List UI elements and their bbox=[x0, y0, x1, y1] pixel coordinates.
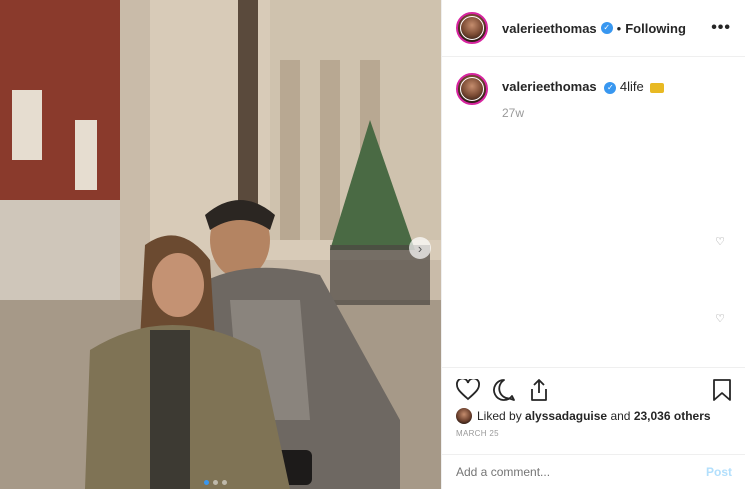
next-photo-button[interactable]: › bbox=[409, 237, 431, 259]
post-actions-area: Liked by alyssadaguise and 23,036 others… bbox=[442, 367, 745, 438]
verified-badge-icon: ✓ bbox=[600, 22, 613, 34]
comment-like-heart-icon[interactable]: ♡ bbox=[715, 312, 725, 325]
caption-body: valerieethomas ✓ 4life 27w bbox=[502, 79, 665, 120]
crown-emoji-icon bbox=[650, 82, 665, 93]
comment-icon[interactable] bbox=[492, 378, 516, 402]
liker-avatar bbox=[456, 408, 472, 424]
caption-text: valerieethomas ✓ 4life bbox=[502, 79, 665, 94]
likes-summary: Liked by alyssadaguise and 23,036 others bbox=[442, 404, 745, 424]
post-photo[interactable]: › bbox=[0, 0, 441, 489]
action-bar bbox=[442, 368, 745, 404]
post-comment-button[interactable]: Post bbox=[706, 465, 732, 479]
more-options-icon[interactable]: ••• bbox=[711, 19, 731, 37]
following-button[interactable]: Following bbox=[625, 21, 686, 36]
avatar[interactable] bbox=[456, 73, 488, 105]
caption-message: 4life bbox=[619, 79, 644, 94]
caption: valerieethomas ✓ 4life 27w bbox=[442, 57, 745, 120]
share-icon[interactable] bbox=[528, 378, 550, 402]
chevron-right-icon: › bbox=[417, 240, 423, 256]
post-side-panel: valerieethomas ✓ • Following ••• valerie… bbox=[441, 0, 745, 489]
comment-input[interactable] bbox=[456, 465, 706, 479]
carousel-dot bbox=[222, 480, 227, 485]
username-link[interactable]: valerieethomas bbox=[502, 21, 597, 36]
post-date[interactable]: MARCH 25 bbox=[442, 424, 745, 438]
bookmark-icon[interactable] bbox=[712, 378, 732, 402]
separator: • bbox=[616, 20, 622, 36]
liked-middle: and bbox=[610, 409, 631, 423]
carousel-indicator bbox=[204, 480, 227, 485]
heart-icon[interactable] bbox=[456, 379, 480, 401]
liked-prefix: Liked by bbox=[477, 409, 522, 423]
carousel-dot bbox=[213, 480, 218, 485]
caption-username-link[interactable]: valerieethomas bbox=[502, 79, 597, 94]
photo-scene bbox=[0, 0, 441, 489]
add-comment-bar: Post bbox=[442, 454, 745, 489]
comments-section: valerieethomas ✓ 4life 27w ♡ ♡ bbox=[442, 57, 745, 367]
verified-badge-icon: ✓ bbox=[604, 81, 617, 94]
comment-like-heart-icon[interactable]: ♡ bbox=[715, 235, 725, 248]
carousel-dot bbox=[204, 480, 209, 485]
post-header: valerieethomas ✓ • Following ••• bbox=[442, 0, 745, 57]
liked-user-link[interactable]: alyssadaguise bbox=[525, 409, 607, 423]
post-time-ago[interactable]: 27w bbox=[502, 106, 664, 120]
avatar[interactable] bbox=[456, 12, 488, 44]
liked-count-link[interactable]: 23,036 others bbox=[634, 409, 711, 423]
